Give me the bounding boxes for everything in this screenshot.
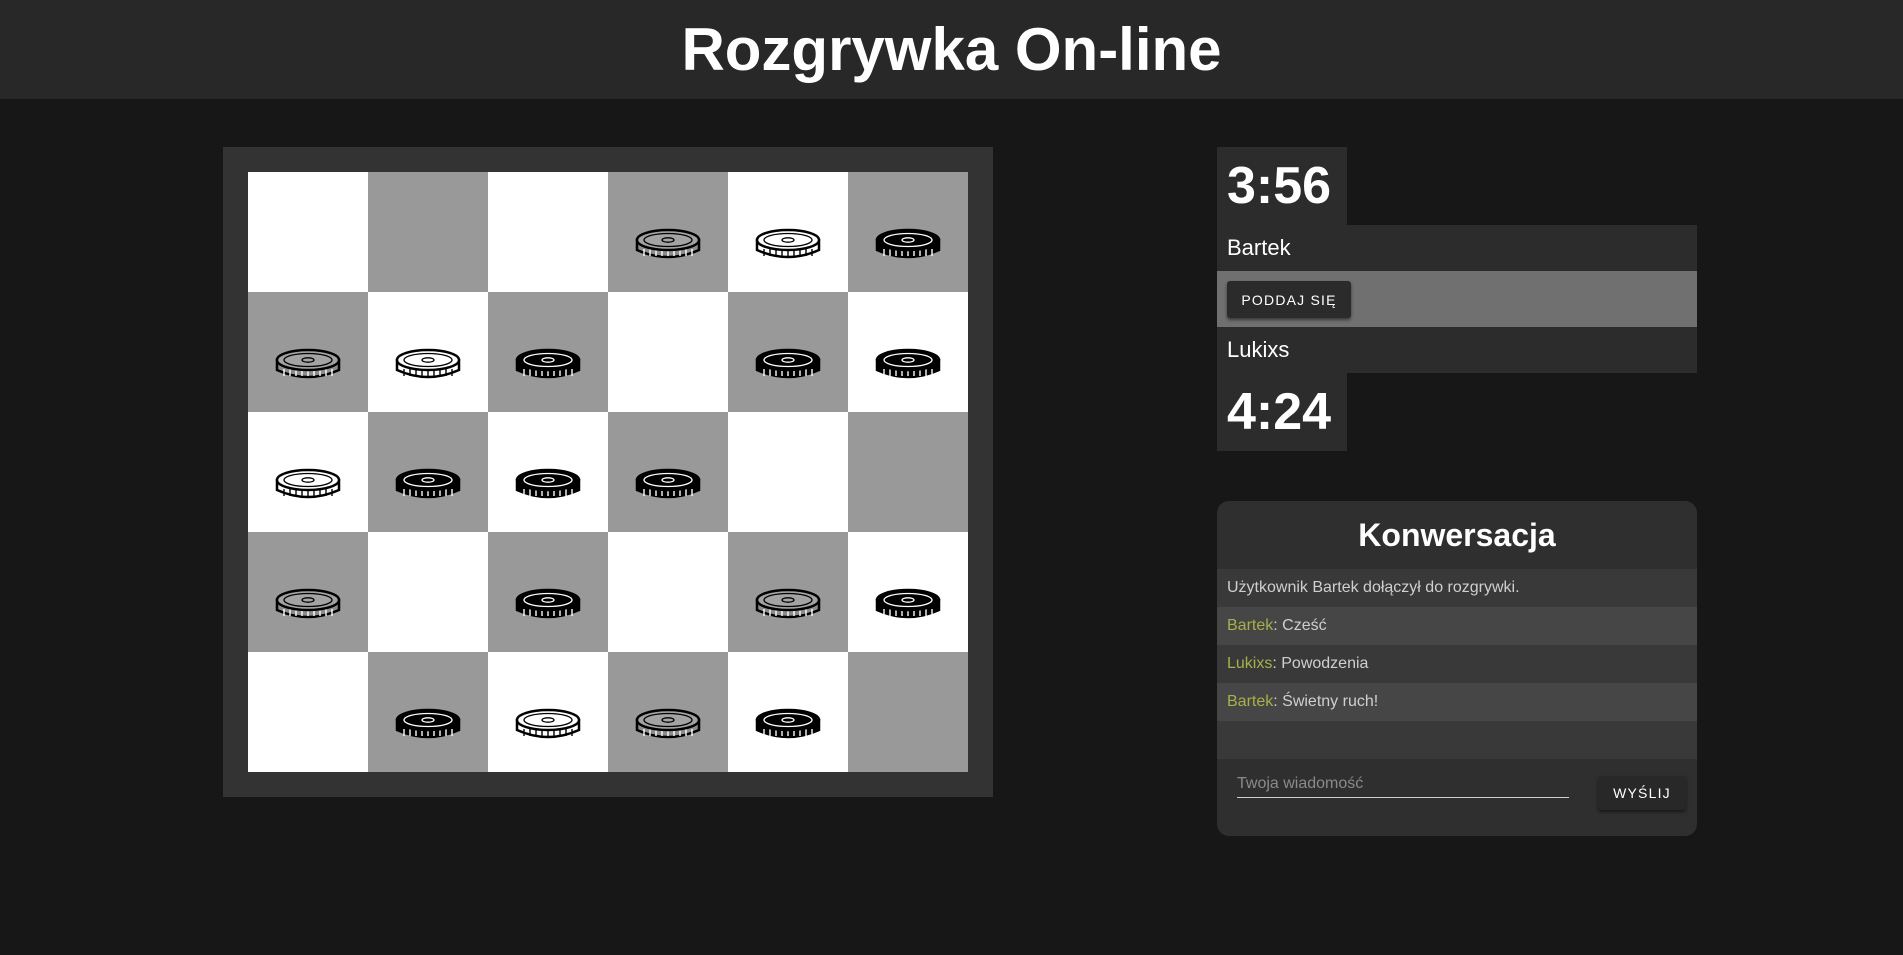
board-square[interactable] (848, 652, 968, 772)
board-square[interactable] (488, 532, 608, 652)
top-player-name: Bartek (1217, 225, 1697, 271)
page-title: Rozgrywka On-line (681, 16, 1222, 83)
board-square[interactable] (248, 172, 368, 292)
chat-message (1217, 721, 1697, 759)
board-square[interactable] (728, 412, 848, 532)
black-checker-piece-icon[interactable] (514, 468, 582, 502)
board-square[interactable] (728, 652, 848, 772)
chat-message-text: Użytkownik Bartek dołączył do rozgrywki. (1227, 579, 1520, 596)
black-checker-piece-icon[interactable] (754, 708, 822, 742)
chat-message: Użytkownik Bartek dołączył do rozgrywki. (1217, 569, 1697, 607)
chat-message: Bartek: Cześć (1217, 607, 1697, 645)
chat-message-author: Bartek (1227, 617, 1274, 634)
grey-checker-piece-icon[interactable] (634, 228, 702, 262)
black-checker-piece-icon[interactable] (874, 588, 942, 622)
board-square[interactable] (608, 532, 728, 652)
chat-message-text: : Cześć (1273, 617, 1327, 634)
chat-messages: Użytkownik Bartek dołączył do rozgrywki.… (1217, 569, 1697, 759)
chat-message: Lukixs: Powodzenia (1217, 645, 1697, 683)
black-checker-piece-icon[interactable] (754, 348, 822, 382)
grey-checker-piece-icon[interactable] (274, 588, 342, 622)
board-square[interactable] (728, 292, 848, 412)
board-square[interactable] (608, 412, 728, 532)
chat-message-text: : Powodzenia (1272, 655, 1369, 672)
resign-button[interactable]: PODDAJ SIĘ (1227, 281, 1351, 318)
chat-message-input[interactable] (1237, 771, 1569, 798)
chat-panel: Konwersacja Użytkownik Bartek dołączył d… (1217, 501, 1697, 836)
grey-checker-piece-icon[interactable] (634, 708, 702, 742)
board-square[interactable] (368, 652, 488, 772)
board-square[interactable] (248, 292, 368, 412)
checkers-board (248, 172, 968, 772)
send-button[interactable]: WYŚLIJ (1598, 776, 1686, 810)
board-square[interactable] (848, 292, 968, 412)
black-checker-piece-icon[interactable] (514, 588, 582, 622)
board-square[interactable] (728, 172, 848, 292)
chat-message-text: : Świetny ruch! (1273, 693, 1379, 710)
board-square[interactable] (368, 532, 488, 652)
board-square[interactable] (848, 172, 968, 292)
board-square[interactable] (248, 652, 368, 772)
board-square[interactable] (488, 412, 608, 532)
board-square[interactable] (608, 652, 728, 772)
board-square[interactable] (848, 412, 968, 532)
chat-title: Konwersacja (1358, 516, 1556, 553)
white-checker-piece-icon[interactable] (274, 468, 342, 502)
black-checker-piece-icon[interactable] (514, 348, 582, 382)
board-square[interactable] (248, 532, 368, 652)
board-square[interactable] (248, 412, 368, 532)
black-checker-piece-icon[interactable] (634, 468, 702, 502)
chat-message-author: Lukixs (1227, 655, 1273, 672)
black-checker-piece-icon[interactable] (394, 708, 462, 742)
board-square[interactable] (488, 292, 608, 412)
board-square[interactable] (488, 172, 608, 292)
black-checker-piece-icon[interactable] (394, 468, 462, 502)
white-checker-piece-icon[interactable] (394, 348, 462, 382)
bottom-player-clock: 4:24 (1217, 373, 1347, 451)
board-square[interactable] (488, 652, 608, 772)
board-square[interactable] (608, 292, 728, 412)
white-checker-piece-icon[interactable] (514, 708, 582, 742)
grey-checker-piece-icon[interactable] (754, 588, 822, 622)
chat-message: Bartek: Świetny ruch! (1217, 683, 1697, 721)
black-checker-piece-icon[interactable] (874, 348, 942, 382)
board-frame (223, 147, 993, 797)
board-square[interactable] (848, 532, 968, 652)
board-square[interactable] (728, 532, 848, 652)
top-player-clock: 3:56 (1217, 147, 1347, 225)
white-checker-piece-icon[interactable] (754, 228, 822, 262)
chat-message-author: Bartek (1227, 693, 1274, 710)
board-square[interactable] (368, 172, 488, 292)
resign-row: PODDAJ SIĘ (1217, 271, 1697, 327)
board-square[interactable] (608, 172, 728, 292)
board-square[interactable] (368, 412, 488, 532)
board-square[interactable] (368, 292, 488, 412)
grey-checker-piece-icon[interactable] (274, 348, 342, 382)
black-checker-piece-icon[interactable] (874, 228, 942, 262)
page-header: Rozgrywka On-line (0, 0, 1903, 99)
bottom-player-name: Lukixs (1217, 327, 1697, 373)
